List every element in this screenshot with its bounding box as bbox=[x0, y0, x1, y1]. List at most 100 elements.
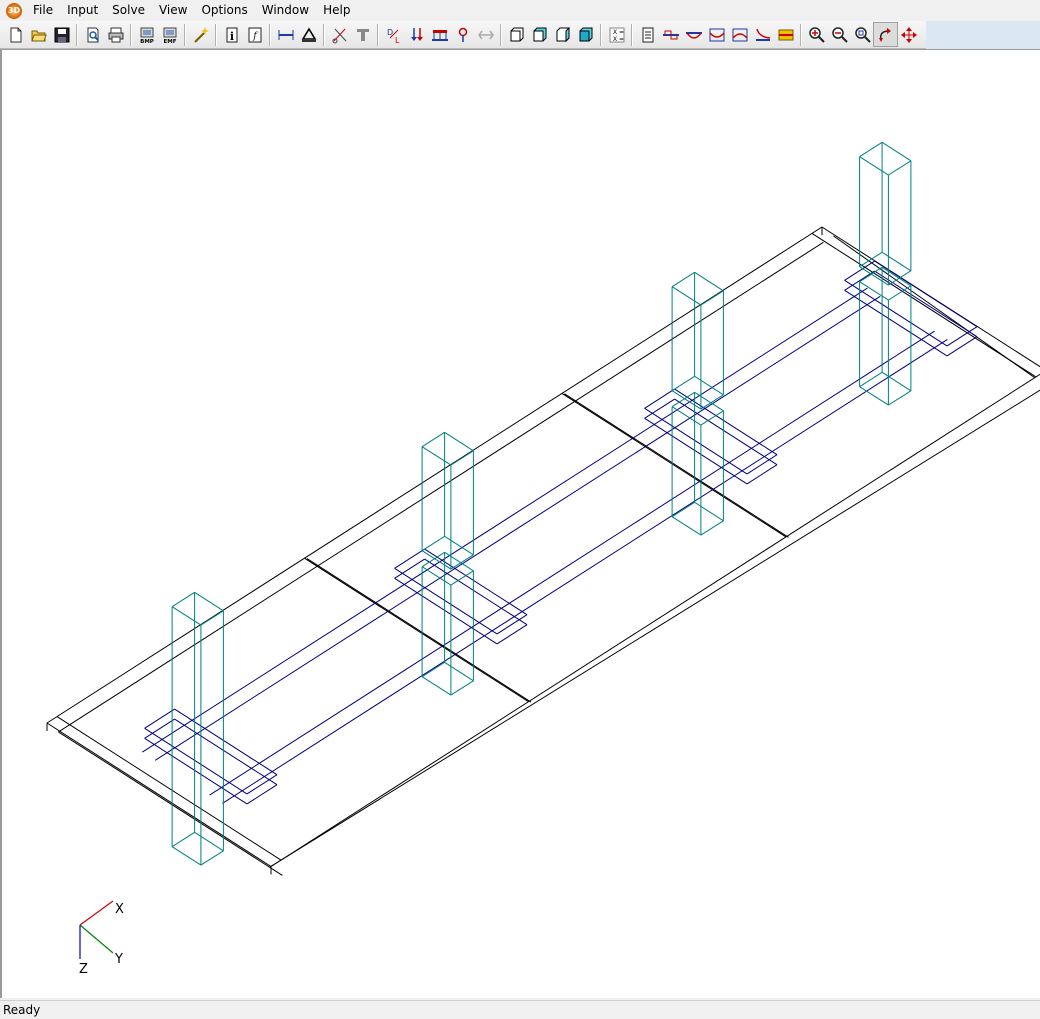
deflection-diagram-button[interactable] bbox=[705, 23, 728, 46]
export-emf-button[interactable]: EMF bbox=[158, 23, 181, 46]
menu-solve[interactable]: Solve bbox=[105, 0, 152, 21]
pan-icon bbox=[900, 26, 917, 43]
scissors-icon bbox=[332, 28, 346, 43]
axial-diagram-button[interactable] bbox=[751, 23, 774, 46]
toolbar-separator bbox=[800, 23, 802, 46]
dead-live-load-button[interactable]: DL bbox=[382, 23, 405, 46]
print-icon bbox=[108, 27, 123, 42]
view-box-top-icon bbox=[556, 26, 569, 42]
view-box-front-icon bbox=[510, 27, 523, 41]
dead-live-load-icon: DL bbox=[387, 28, 400, 44]
new-document-button[interactable] bbox=[4, 23, 27, 46]
rotate-button[interactable] bbox=[873, 22, 898, 47]
view-box-front-button[interactable] bbox=[505, 23, 528, 46]
menu-window[interactable]: Window bbox=[255, 0, 316, 21]
svg-text:X: X bbox=[613, 36, 617, 43]
zoom-out-button[interactable] bbox=[828, 23, 851, 46]
magic-wand-icon bbox=[193, 26, 209, 43]
support-triangle-button[interactable] bbox=[297, 23, 320, 46]
support-triangle-icon bbox=[301, 26, 316, 42]
zoom-fit-button[interactable] bbox=[851, 23, 874, 46]
magic-wand-button[interactable] bbox=[189, 23, 212, 46]
toolbar-separator bbox=[377, 23, 379, 46]
zoom-out-icon bbox=[831, 26, 848, 43]
info-button[interactable]: i bbox=[220, 23, 243, 46]
distributed-load-button[interactable] bbox=[428, 23, 451, 46]
toolbar-separator bbox=[600, 23, 602, 46]
view-box-top-button[interactable] bbox=[551, 23, 574, 46]
formula-button[interactable]: f bbox=[243, 23, 266, 46]
axial-diagram-icon bbox=[755, 28, 770, 41]
app-logo-icon[interactable]: 3D bbox=[6, 2, 22, 19]
rotate-icon bbox=[878, 27, 891, 42]
displacement-icon bbox=[477, 30, 494, 39]
menu-view[interactable]: View bbox=[152, 0, 194, 21]
envelope-button[interactable] bbox=[774, 23, 797, 46]
section-tee-button[interactable] bbox=[351, 23, 374, 46]
save-disk-button[interactable] bbox=[50, 23, 73, 46]
open-folder-icon bbox=[30, 30, 47, 41]
moment-diagram-button[interactable] bbox=[682, 23, 705, 46]
zoom-in-button[interactable] bbox=[805, 23, 828, 46]
y-axis-line bbox=[79, 924, 114, 954]
z-axis-label: Z bbox=[79, 962, 88, 977]
moment-load-icon bbox=[458, 27, 467, 42]
menu-bar: 3D File Input Solve View Options Window Help bbox=[0, 0, 1040, 21]
dimension-icon bbox=[278, 29, 293, 40]
pan-button[interactable] bbox=[897, 23, 920, 46]
moment-load-button[interactable] bbox=[451, 23, 474, 46]
toolbar-separator bbox=[130, 23, 132, 46]
print-button[interactable] bbox=[104, 23, 127, 46]
point-load-button[interactable] bbox=[405, 23, 428, 46]
view-box-side-button[interactable] bbox=[528, 23, 551, 46]
x-axis-label: X bbox=[115, 902, 124, 917]
formula-icon: f bbox=[248, 27, 261, 42]
toolbar: BMP EMF i f D L X = X = bbox=[0, 20, 1040, 49]
y-axis-label: Y bbox=[114, 952, 123, 967]
svg-text:X: X bbox=[613, 29, 617, 36]
print-preview-icon bbox=[87, 27, 99, 42]
export-bmp-button[interactable]: BMP bbox=[135, 23, 158, 46]
point-load-icon bbox=[410, 27, 423, 41]
dimension-button[interactable] bbox=[274, 23, 297, 46]
stress-diagram-button[interactable] bbox=[728, 23, 751, 46]
save-disk-icon bbox=[54, 27, 69, 42]
report-icon bbox=[642, 27, 653, 42]
calculator-button[interactable]: X = X = bbox=[605, 23, 628, 46]
toolbar-separator bbox=[76, 23, 78, 46]
toolbar-separator bbox=[323, 23, 325, 46]
status-text: Ready bbox=[3, 1003, 41, 1017]
report-button[interactable] bbox=[636, 23, 659, 46]
toolbar-separator bbox=[631, 23, 633, 46]
displacement-button[interactable] bbox=[474, 23, 497, 46]
toolbar-separator bbox=[184, 23, 186, 46]
info-icon: i bbox=[226, 27, 237, 43]
toolbar-separator bbox=[500, 23, 502, 46]
toolbar-empty-area bbox=[926, 20, 1040, 49]
calculator-icon: X =X = bbox=[609, 27, 624, 43]
x-axis-line bbox=[79, 900, 114, 926]
stress-diagram-icon bbox=[731, 28, 748, 41]
menu-help[interactable]: Help bbox=[316, 0, 357, 21]
menu-options[interactable]: Options bbox=[194, 0, 254, 21]
toolbar-separator bbox=[215, 23, 217, 46]
shear-diagram-icon bbox=[662, 30, 679, 39]
view-box-iso-button[interactable] bbox=[574, 23, 597, 46]
export-bmp-icon: BMP bbox=[140, 27, 153, 44]
open-folder-button[interactable] bbox=[27, 23, 50, 46]
svg-text:i: i bbox=[229, 30, 233, 43]
zoom-fit-icon bbox=[854, 26, 871, 43]
scissors-button[interactable] bbox=[328, 23, 351, 46]
distributed-load-icon bbox=[431, 29, 448, 41]
svg-text:L: L bbox=[395, 36, 400, 44]
svg-text:=: = bbox=[619, 29, 624, 36]
toolbar-separator bbox=[269, 23, 271, 46]
print-preview-button[interactable] bbox=[81, 23, 104, 46]
status-bar: Ready bbox=[0, 1000, 1040, 1018]
menu-file[interactable]: File bbox=[26, 0, 60, 21]
model-viewport[interactable]: X Y Z bbox=[0, 49, 1040, 998]
export-emf-icon: EMF bbox=[163, 27, 176, 44]
shear-diagram-button[interactable] bbox=[659, 23, 682, 46]
menu-input[interactable]: Input bbox=[60, 0, 105, 21]
zoom-in-icon bbox=[808, 26, 825, 43]
